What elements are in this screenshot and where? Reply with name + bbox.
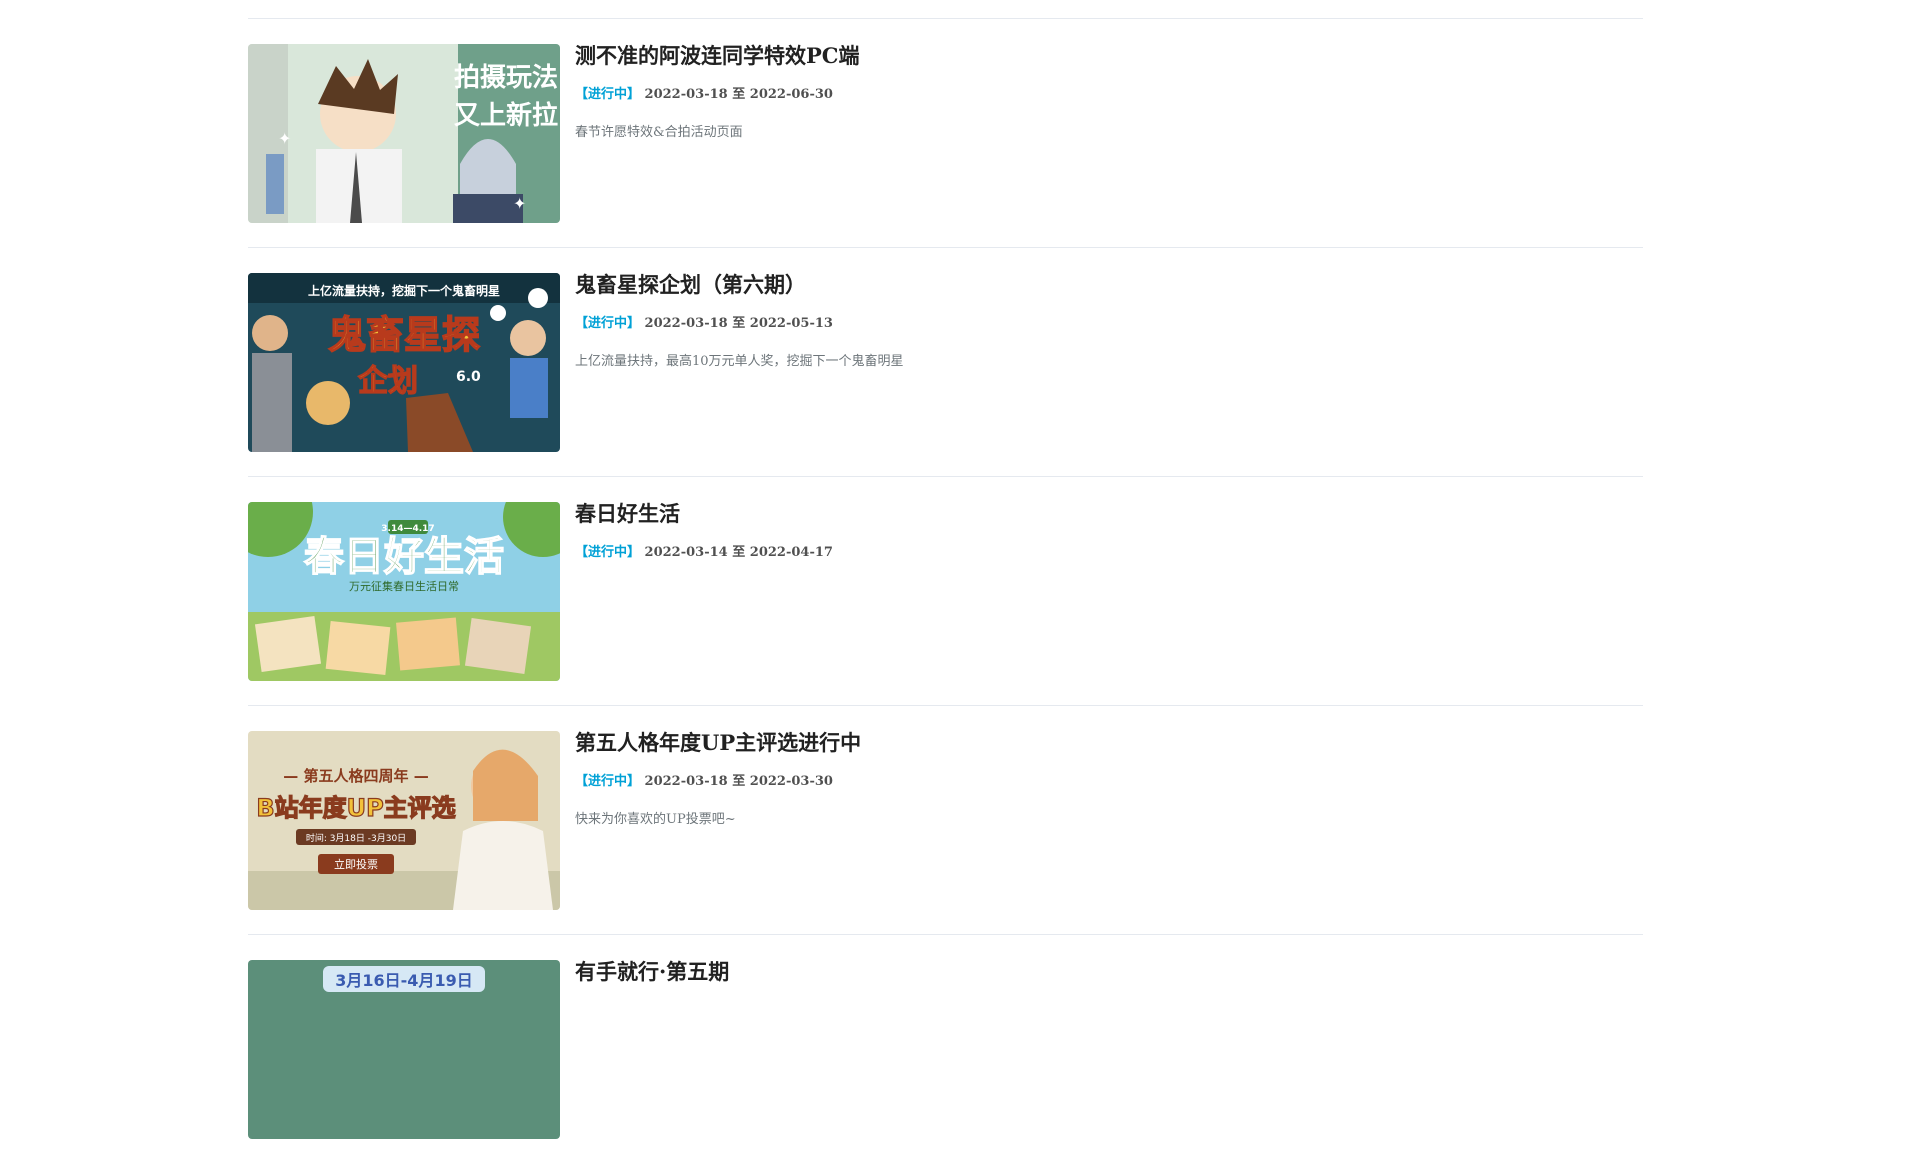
activity-thumbnail[interactable]: 3月16日-4月19日 [248,960,560,1139]
banner-text: 3.14—4.17 [381,524,434,534]
banner-text: B站年度UP主评选 [256,794,455,822]
date-separator: 至 [732,774,746,789]
banner-text: 3月16日-4月19日 [335,971,472,990]
activity-item: 上亿流量扶持，挖掘下一个鬼畜明星 鬼畜星探 企划 6.0 鬼畜星探企划（第六期）… [248,248,1643,477]
activity-description: 上亿流量扶持，最高10万元单人奖，挖掘下一个鬼畜明星 [575,354,904,369]
date-separator: 至 [732,316,746,331]
activity-meta: 【进行中】 2022-03-18 至 2022-06-30 [575,86,1643,104]
activity-item: 拍摄玩法 又上新拉 ✦ ✦ 测不准的阿波连同学特效PC端 【进行中】 2022-… [248,19,1643,248]
activity-title[interactable]: 第五人格年度UP主评选进行中 [575,728,1643,758]
activity-item: — 第五人格四周年 — B站年度UP主评选 时间: 3月18日 -3月30日 立… [248,706,1643,935]
svg-text:✦: ✦ [513,194,526,213]
activity-title[interactable]: 鬼畜星探企划（第六期） [575,270,1643,300]
start-date: 2022-03-18 [644,774,728,789]
end-date: 2022-06-30 [749,87,833,102]
activity-info: 测不准的阿波连同学特效PC端 【进行中】 2022-03-18 至 2022-0… [575,41,1643,142]
activity-info: 有手就行·第五期 [575,957,1643,987]
banner-text: 时间: 3月18日 -3月30日 [306,832,406,844]
status-badge: 【进行中】 [575,87,641,102]
date-separator: 至 [732,545,746,560]
start-date: 2022-03-18 [644,87,728,102]
activity-description: 快来为你喜欢的UP投票吧~ [575,812,736,827]
activity-thumbnail[interactable]: — 第五人格四周年 — B站年度UP主评选 时间: 3月18日 -3月30日 立… [248,731,560,910]
activity-item: 3.14—4.17 春日好生活 万元征集春日生活日常 春日好生活 【进行中】 2… [248,477,1643,706]
top-divider [248,0,1643,19]
activity-description: 春节许愿特效&合拍活动页面 [575,125,743,140]
svg-text:✦: ✦ [278,129,291,148]
end-date: 2022-03-30 [749,774,833,789]
end-date: 2022-05-13 [749,316,833,331]
activity-title[interactable]: 春日好生活 [575,499,1643,529]
activity-title[interactable]: 有手就行·第五期 [575,957,1643,987]
banner-image: 上亿流量扶持，挖掘下一个鬼畜明星 鬼畜星探 企划 6.0 [248,273,560,452]
date-separator: 至 [732,87,746,102]
activity-meta: 【进行中】 2022-03-14 至 2022-04-17 [575,544,1643,562]
banner-text: 上亿流量扶持，挖掘下一个鬼畜明星 [308,283,500,298]
banner-text: — 第五人格四周年 — [283,767,428,785]
status-badge: 【进行中】 [575,774,641,789]
banner-text: 立即投票 [334,857,378,871]
banner-text: 万元征集春日生活日常 [349,579,459,593]
status-badge: 【进行中】 [575,316,641,331]
activity-title[interactable]: 测不准的阿波连同学特效PC端 [575,41,1643,71]
activity-thumbnail[interactable]: 上亿流量扶持，挖掘下一个鬼畜明星 鬼畜星探 企划 6.0 [248,273,560,452]
activity-thumbnail[interactable]: 拍摄玩法 又上新拉 ✦ ✦ [248,44,560,223]
activity-info: 春日好生活 【进行中】 2022-03-14 至 2022-04-17 [575,499,1643,582]
activity-meta: 【进行中】 2022-03-18 至 2022-03-30 [575,773,1643,791]
status-badge: 【进行中】 [575,545,641,560]
activity-info: 鬼畜星探企划（第六期） 【进行中】 2022-03-18 至 2022-05-1… [575,270,1643,371]
start-date: 2022-03-18 [644,316,728,331]
banner-text: 鬼畜星探 [328,313,480,357]
banner-text: 6.0 [456,369,481,385]
start-date: 2022-03-14 [644,545,728,560]
banner-text: 企划 [358,364,418,399]
banner-text: 春日好生活 [304,534,504,580]
activity-thumbnail[interactable]: 3.14—4.17 春日好生活 万元征集春日生活日常 [248,502,560,681]
activity-list: 拍摄玩法 又上新拉 ✦ ✦ 测不准的阿波连同学特效PC端 【进行中】 2022-… [248,0,1643,1163]
activity-info: 第五人格年度UP主评选进行中 【进行中】 2022-03-18 至 2022-0… [575,728,1643,829]
banner-image: 3月16日-4月19日 [248,960,560,1139]
banner-image: 3.14—4.17 春日好生活 万元征集春日生活日常 [248,502,560,681]
banner-image: 拍摄玩法 又上新拉 ✦ ✦ [248,44,560,223]
banner-image: — 第五人格四周年 — B站年度UP主评选 时间: 3月18日 -3月30日 立… [248,731,560,910]
activity-meta: 【进行中】 2022-03-18 至 2022-05-13 [575,315,1643,333]
end-date: 2022-04-17 [749,545,833,560]
banner-text: 拍摄玩法 [454,63,558,93]
activity-item: 3月16日-4月19日 有手就行·第五期 [248,935,1643,1163]
banner-text: 又上新拉 [454,100,558,131]
